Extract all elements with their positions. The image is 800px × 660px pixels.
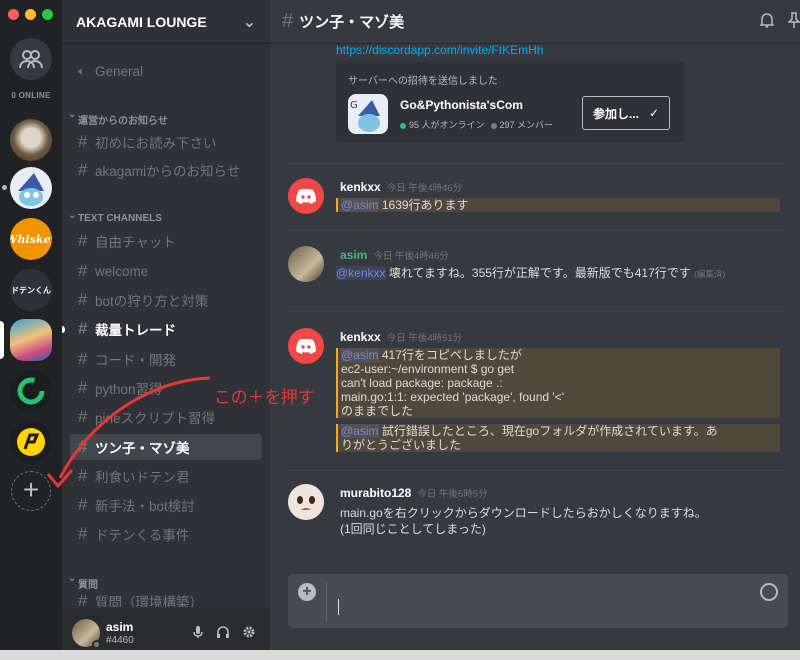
bottom-strip — [0, 650, 800, 660]
annotation-text: この＋を押す — [214, 388, 315, 408]
annotation-arrow — [46, 376, 211, 489]
